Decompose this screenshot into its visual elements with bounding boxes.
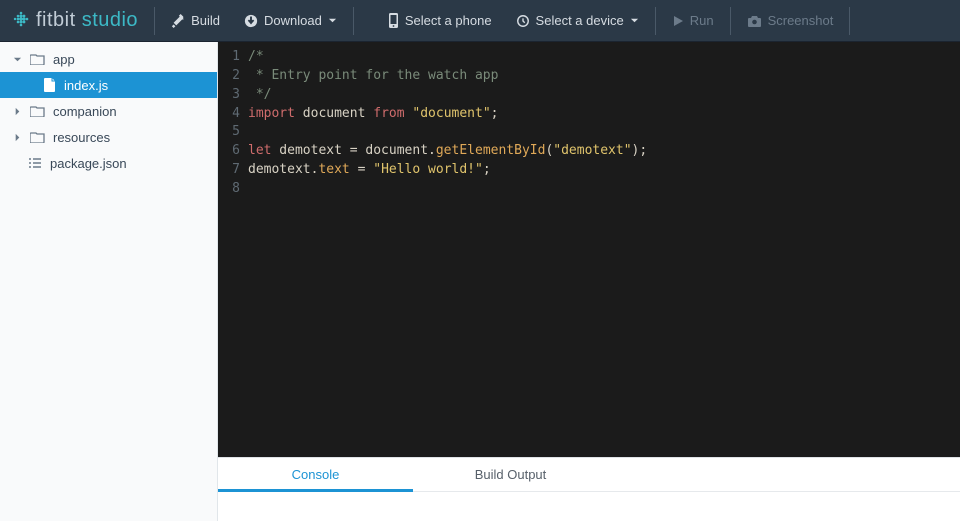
- tree-folder-companion[interactable]: companion: [0, 98, 217, 124]
- folder-icon: [30, 105, 45, 117]
- divider: [655, 7, 656, 35]
- editor-area: 1 2 3 4 5 6 7 8 /* * Entry point for the…: [218, 42, 960, 521]
- tree-folder-resources[interactable]: resources: [0, 124, 217, 150]
- folder-icon: [30, 131, 45, 143]
- code-editor[interactable]: 1 2 3 4 5 6 7 8 /* * Entry point for the…: [218, 42, 960, 457]
- tab-build-output[interactable]: Build Output: [413, 458, 608, 491]
- file-explorer: app index.js companion resources package…: [0, 42, 218, 521]
- download-icon: [244, 14, 258, 28]
- chevron-down-icon: [630, 16, 639, 25]
- chevron-down-icon: [12, 55, 22, 64]
- camera-icon: [747, 15, 762, 27]
- tree-label: resources: [53, 130, 217, 145]
- download-button[interactable]: Download: [232, 0, 349, 42]
- watch-icon: [516, 14, 530, 28]
- hammer-icon: [171, 14, 185, 28]
- fitbit-icon: [12, 10, 30, 31]
- divider: [730, 7, 731, 35]
- workspace: app index.js companion resources package…: [0, 42, 960, 521]
- select-device-button[interactable]: Select a device: [504, 0, 651, 42]
- phone-icon: [388, 13, 399, 28]
- divider: [154, 7, 155, 35]
- tree-folder-app[interactable]: app: [0, 46, 217, 72]
- code-content: /* * Entry point for the watch app */imp…: [248, 48, 647, 457]
- chevron-down-icon: [328, 16, 337, 25]
- tree-label: companion: [53, 104, 217, 119]
- logo-text-fitbit: fitbit: [36, 9, 76, 32]
- build-label: Build: [191, 13, 220, 28]
- select-phone-button[interactable]: Select a phone: [376, 0, 504, 42]
- chevron-right-icon: [12, 107, 22, 116]
- run-label: Run: [690, 13, 714, 28]
- divider: [353, 7, 354, 35]
- logo[interactable]: fitbit studio: [6, 9, 150, 32]
- logo-text-studio: studio: [82, 9, 138, 32]
- select-device-label: Select a device: [536, 13, 624, 28]
- tree-label: package.json: [50, 156, 217, 171]
- tab-label: Build Output: [475, 467, 547, 482]
- download-label: Download: [264, 13, 322, 28]
- bottom-tabs: Console Build Output: [218, 458, 960, 492]
- play-icon: [672, 15, 684, 27]
- tree-label: index.js: [64, 78, 217, 93]
- screenshot-label: Screenshot: [768, 13, 834, 28]
- tab-label: Console: [292, 467, 340, 482]
- build-button[interactable]: Build: [159, 0, 232, 42]
- tree-file-index-js[interactable]: index.js: [0, 72, 217, 98]
- file-icon: [44, 78, 56, 92]
- bottom-panel: Console Build Output: [218, 457, 960, 521]
- chevron-right-icon: [12, 133, 22, 142]
- run-button[interactable]: Run: [660, 0, 726, 42]
- tab-console[interactable]: Console: [218, 458, 413, 491]
- divider: [849, 7, 850, 35]
- folder-open-icon: [30, 53, 45, 65]
- select-phone-label: Select a phone: [405, 13, 492, 28]
- list-icon: [28, 157, 42, 169]
- tree-label: app: [53, 52, 217, 67]
- screenshot-button[interactable]: Screenshot: [735, 0, 846, 42]
- line-gutter: 1 2 3 4 5 6 7 8: [218, 48, 248, 457]
- tree-file-package-json[interactable]: package.json: [0, 150, 217, 176]
- top-toolbar: fitbit studio Build Download Select a ph…: [0, 0, 960, 42]
